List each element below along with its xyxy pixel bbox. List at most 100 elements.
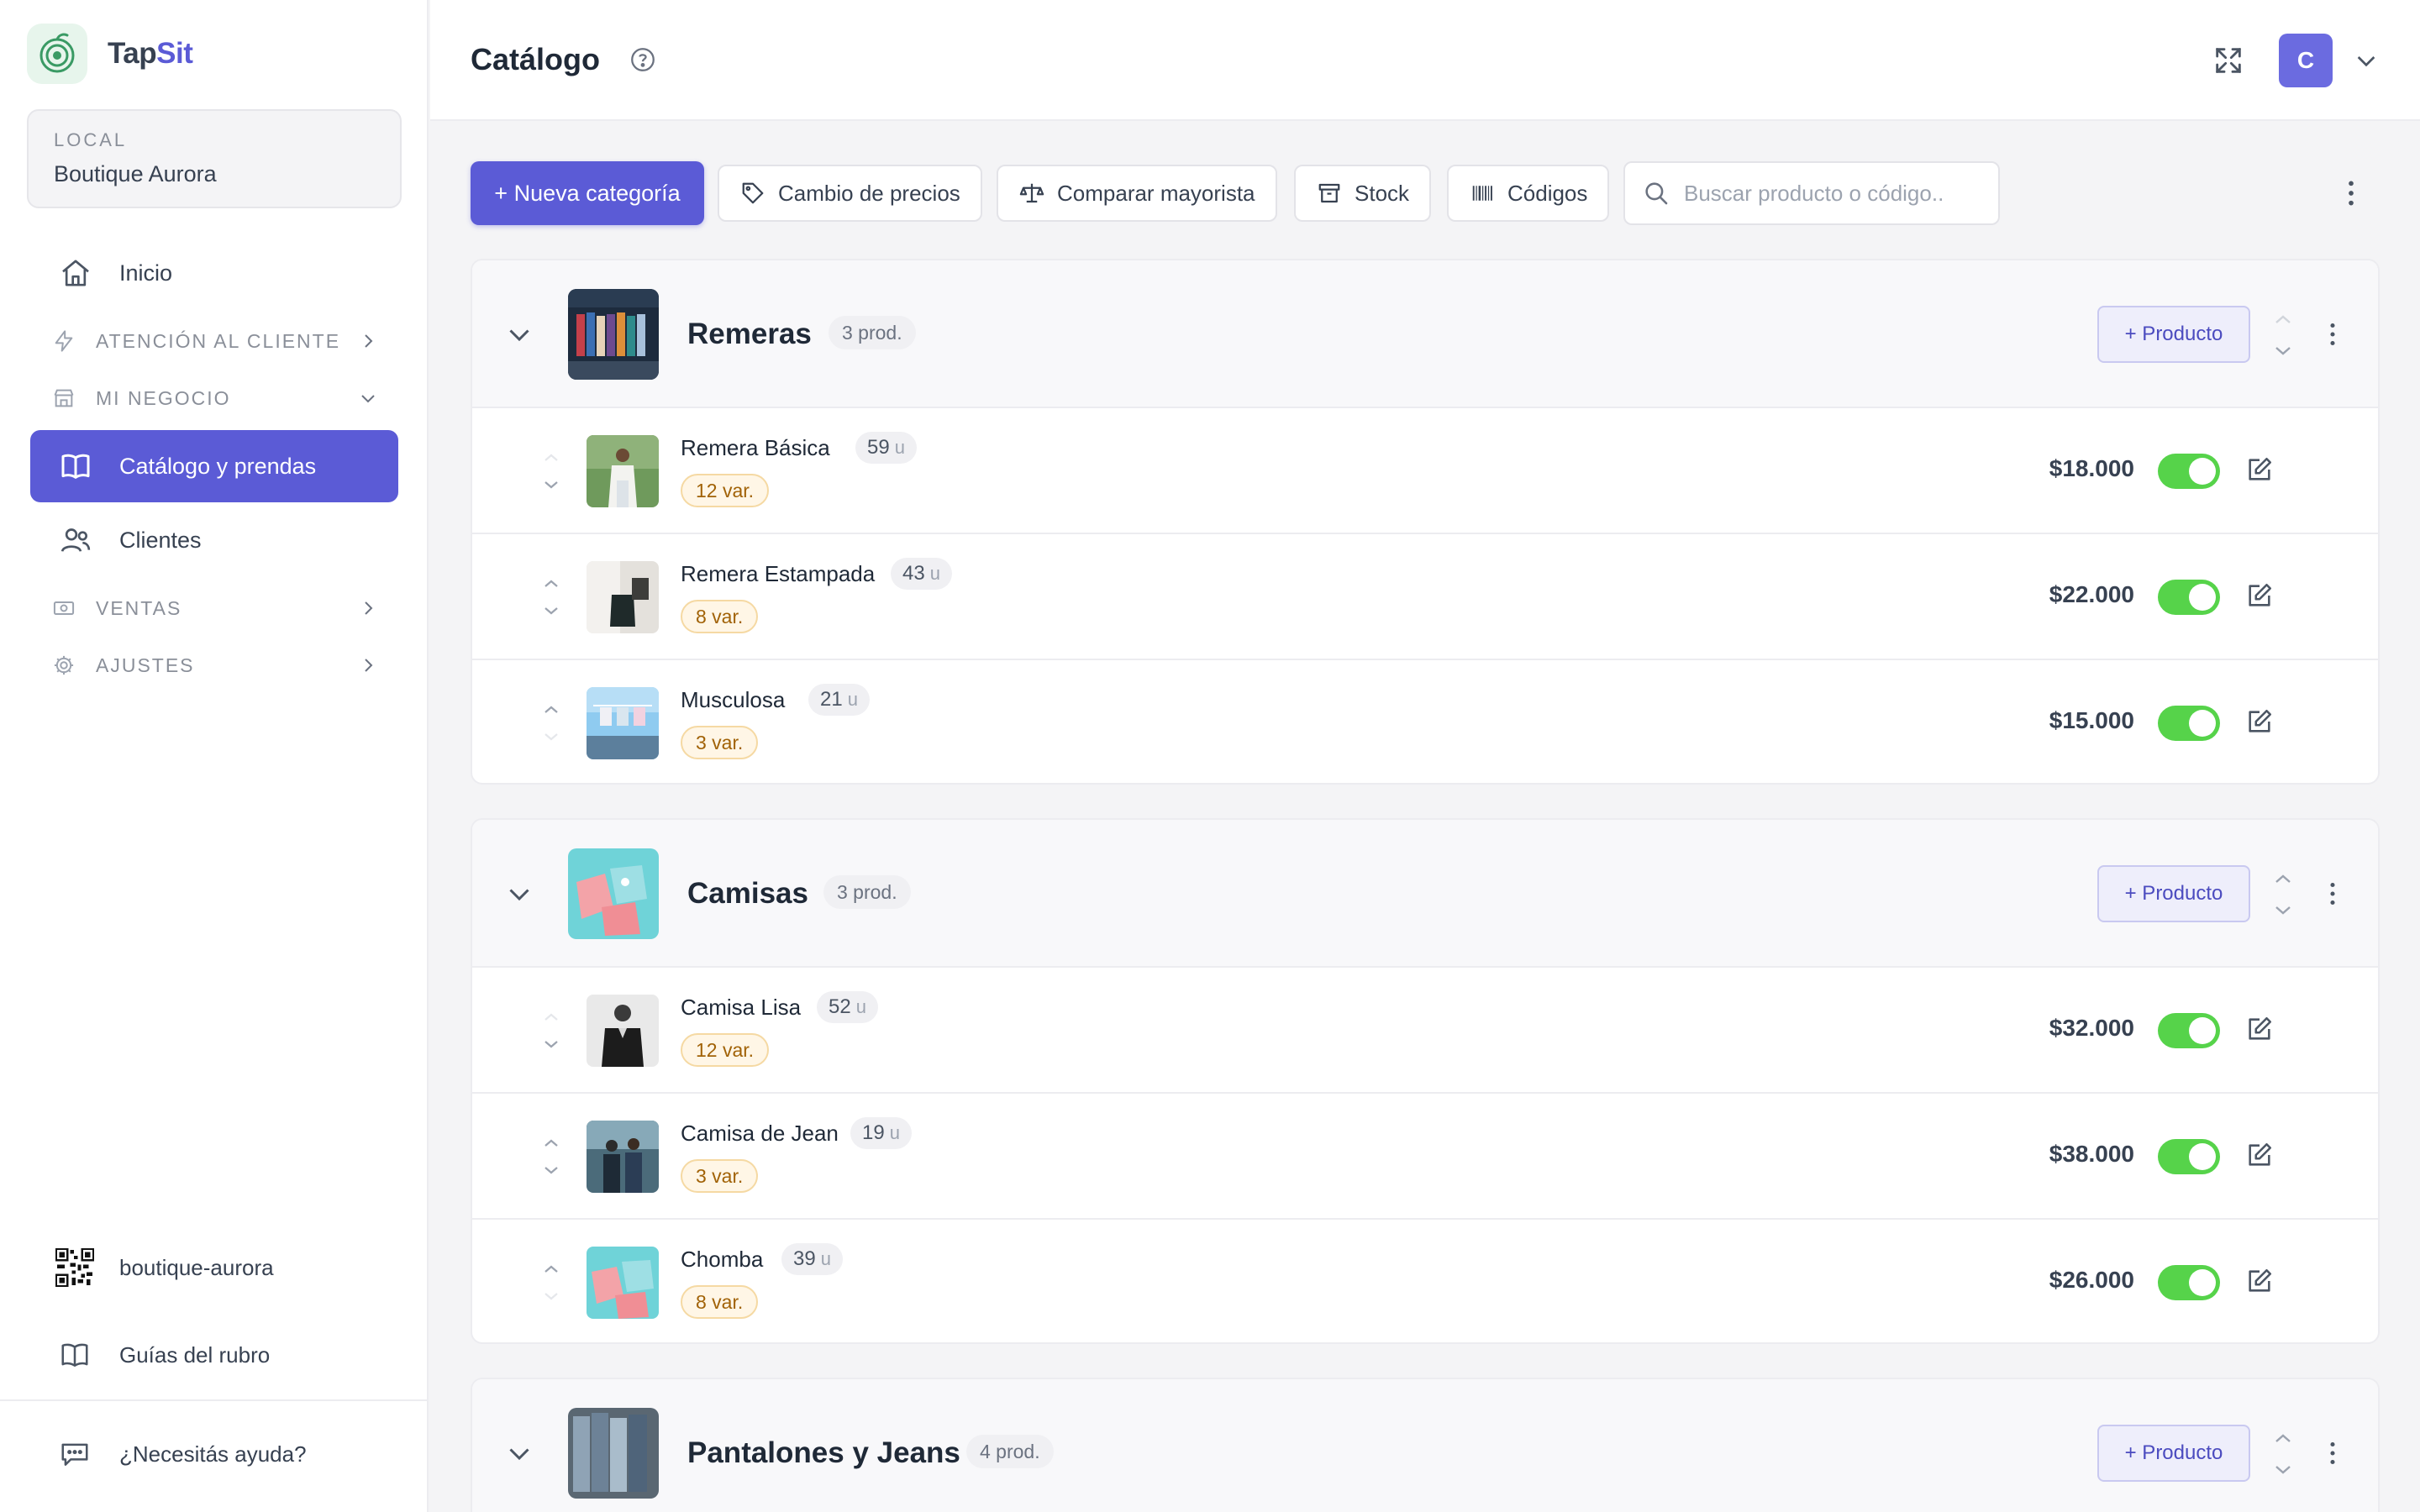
edit-icon[interactable] [2245,707,2275,738]
reorder-arrows-icon[interactable] [539,571,563,623]
reorder-arrows-icon[interactable] [2270,1428,2296,1482]
more-options-icon[interactable] [2317,1438,2348,1468]
category-count-badge: 3 prod. [823,875,911,909]
reorder-arrows-icon[interactable] [539,1131,563,1183]
product-image [587,995,659,1067]
edit-icon[interactable] [2245,581,2275,612]
edit-icon[interactable] [2245,1015,2275,1045]
product-name: Remera Estampada [681,561,876,586]
category-name: Camisas [687,877,808,910]
search-input[interactable] [1684,180,1995,207]
more-options-icon[interactable] [2317,319,2348,349]
chevron-down-icon [355,385,381,412]
fullscreen-icon[interactable] [2212,44,2245,77]
nav-item-clientes[interactable]: Clientes [30,504,398,576]
reorder-arrows-icon[interactable] [2270,309,2296,363]
product-image [587,561,659,633]
button-label: Cambio de precios [778,180,960,206]
stock-badge: 21 u [808,684,870,716]
new-category-button[interactable]: + Nueva categoría [471,161,704,225]
product-price: $26.000 [2049,1267,2134,1293]
chevron-down-icon[interactable] [504,879,534,909]
product-row[interactable]: Musculosa 21 u 3 var. $15.000 [472,660,2378,783]
nav-section-label: ATENCIÓN AL CLIENTE [96,329,341,352]
variants-badge: 3 var. [681,1159,759,1193]
compare-wholesale-button[interactable]: Comparar mayorista [997,165,1277,222]
reorder-arrows-icon[interactable] [2270,869,2296,922]
users-icon [57,522,94,559]
active-toggle[interactable] [2158,706,2220,741]
brand-logo-icon [27,24,87,84]
reorder-arrows-icon[interactable] [539,1257,563,1309]
more-options-icon[interactable] [2317,879,2348,909]
help-link[interactable]: ¿Necesitás ayuda? [30,1425,398,1483]
stock-button[interactable]: Stock [1294,165,1432,222]
help-label: ¿Necesitás ayuda? [119,1441,307,1467]
nav-section-atencion[interactable]: ATENCIÓN AL CLIENTE [30,318,398,365]
search-field[interactable] [1623,161,2000,225]
active-toggle[interactable] [2158,1265,2220,1300]
nav-item-catalogo[interactable]: Catálogo y prendas [30,430,398,502]
category-header[interactable]: Camisas 3 prod. + Producto [472,820,2378,968]
category-image [568,1408,659,1499]
product-image [587,1121,659,1193]
product-row[interactable]: Camisa Lisa 52 u 12 var. $32.000 [472,968,2378,1094]
nav-section-mi-negocio[interactable]: MI NEGOCIO [30,375,398,422]
nav-section-ajustes[interactable]: AJUSTES [30,642,398,689]
add-product-button[interactable]: + Producto [2097,865,2250,922]
category-name: Pantalones y Jeans [687,1436,960,1469]
product-name: Remera Básica [681,435,830,460]
nav-label: Guías del rubro [119,1341,271,1368]
qr-code-icon [55,1248,94,1287]
category-header[interactable]: Pantalones y Jeans 4 prod. + Producto [472,1379,2378,1512]
active-toggle[interactable] [2158,1013,2220,1048]
product-row[interactable]: Chomba 39 u 8 var. $26.000 [472,1220,2378,1342]
chevron-right-icon [355,652,381,679]
local-selector[interactable]: LOCAL Boutique Aurora [27,109,402,208]
more-options-icon[interactable] [2334,176,2368,210]
price-change-button[interactable]: Cambio de precios [718,165,982,222]
avatar[interactable]: C [2279,34,2333,87]
qr-label: boutique-aurora [119,1254,274,1280]
reorder-arrows-icon[interactable] [539,1005,563,1057]
product-row[interactable]: Remera Básica 59 u 12 var. $18.000 [472,408,2378,534]
book-open-icon [55,1336,94,1374]
chevron-down-icon[interactable] [504,1438,534,1468]
product-image [587,687,659,759]
nav-section-ventas[interactable]: VENTAS [30,585,398,632]
nav-item-guias[interactable]: Guías del rubro [30,1326,398,1384]
add-product-button[interactable]: + Producto [2097,1425,2250,1482]
edit-icon[interactable] [2245,455,2275,486]
product-name: Musculosa [681,687,786,712]
reorder-arrows-icon[interactable] [539,697,563,749]
edit-icon[interactable] [2245,1141,2275,1171]
active-toggle[interactable] [2158,580,2220,615]
page-title: Catálogo [471,42,601,76]
active-toggle[interactable] [2158,1139,2220,1174]
category-header[interactable]: Remeras 3 prod. + Producto [472,260,2378,408]
reorder-arrows-icon[interactable] [539,445,563,497]
product-price: $22.000 [2049,581,2134,607]
active-toggle[interactable] [2158,454,2220,489]
chevron-right-icon [355,328,381,354]
chevron-right-icon [355,595,381,622]
nav-section-label: AJUSTES [96,654,195,676]
brand[interactable]: TapSit [27,24,193,84]
help-circle-icon[interactable] [629,45,657,74]
chevron-down-icon[interactable] [504,319,534,349]
qr-link[interactable]: boutique-aurora [30,1238,398,1297]
add-product-button[interactable]: + Producto [2097,306,2250,363]
nav-label: Clientes [119,527,202,553]
product-row[interactable]: Remera Estampada 43 u 8 var. $22.000 [472,534,2378,660]
product-row[interactable]: Camisa de Jean 19 u 3 var. $38.000 [472,1094,2378,1220]
codes-button[interactable]: Códigos [1447,165,1610,222]
nav-item-inicio[interactable]: Inicio [30,237,398,309]
product-name: Chomba [681,1247,764,1272]
category-count-badge: 4 prod. [966,1435,1054,1468]
stock-badge: 39 u [781,1243,843,1275]
tag-icon [739,180,766,207]
product-price: $32.000 [2049,1015,2134,1041]
lightning-icon [50,328,77,354]
chevron-down-icon[interactable] [2353,47,2380,74]
edit-icon[interactable] [2245,1267,2275,1297]
